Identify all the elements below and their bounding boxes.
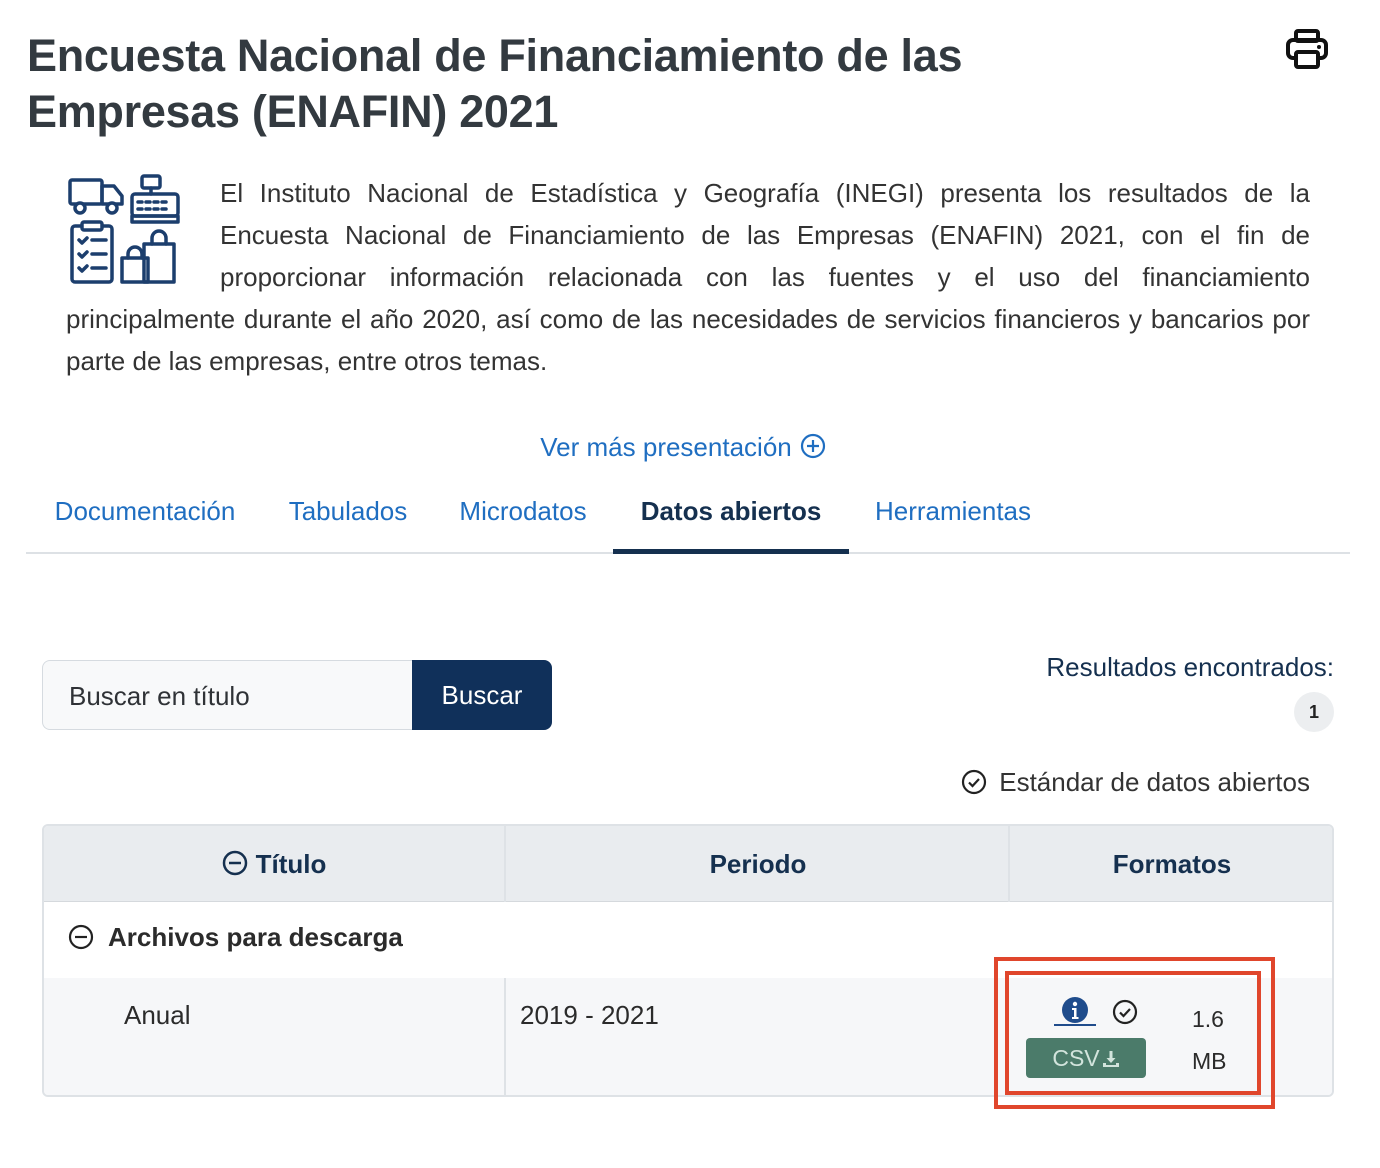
tab-tabulados[interactable]: Tabulados [282, 496, 414, 554]
check-circle-icon [962, 769, 987, 795]
group-label: Archivos para descarga [108, 922, 403, 952]
tab-bar: Documentación Tabulados Microdatos Datos… [26, 484, 1350, 554]
print-button[interactable] [1285, 28, 1329, 70]
results-count-badge: 1 [1294, 692, 1334, 732]
tab-documentacion[interactable]: Documentación [46, 496, 244, 554]
search-input[interactable]: Buscar en título [42, 660, 414, 730]
printer-icon [1286, 29, 1328, 69]
results-label: Resultados encontrados: [1046, 652, 1334, 682]
tab-datos-abiertos[interactable]: Datos abiertos [613, 496, 849, 554]
highlight-box-inner [1005, 971, 1261, 1095]
plus-circle-icon [800, 433, 825, 459]
intro-section: El Instituto Nacional de Estadística y G… [66, 172, 1310, 382]
tab-herramientas[interactable]: Herramientas [868, 496, 1038, 554]
business-illustration-icon [68, 174, 180, 284]
see-more-label: Ver más presentación [540, 432, 792, 462]
column-divider [504, 978, 506, 1095]
column-divider [504, 826, 506, 902]
table-header: Título Periodo Formatos [44, 826, 1332, 902]
tab-microdatos[interactable]: Microdatos [452, 496, 594, 554]
page-title: Encuesta Nacional de Financiamiento de l… [27, 30, 963, 137]
header-title[interactable]: Título [44, 826, 504, 902]
header-title-label: Título [255, 849, 327, 879]
minus-circle-icon [222, 850, 247, 876]
minus-circle-icon [68, 924, 94, 950]
standard-label: Estándar de datos abiertos [999, 767, 1310, 797]
group-toggle[interactable]: Archivos para descarga [68, 922, 403, 953]
open-data-standard-link[interactable]: Estándar de datos abiertos [961, 767, 1310, 798]
search-button[interactable]: Buscar [412, 660, 552, 730]
see-more-presentation-link[interactable]: Ver más presentación [0, 432, 1366, 463]
row-title: Anual [124, 1000, 191, 1030]
header-formats: Formatos [1112, 849, 1232, 879]
intro-text: El Instituto Nacional de Estadística y G… [66, 178, 1310, 376]
column-divider [1008, 826, 1010, 902]
header-period: Periodo [709, 849, 807, 879]
row-period: 2019 - 2021 [520, 1000, 659, 1030]
